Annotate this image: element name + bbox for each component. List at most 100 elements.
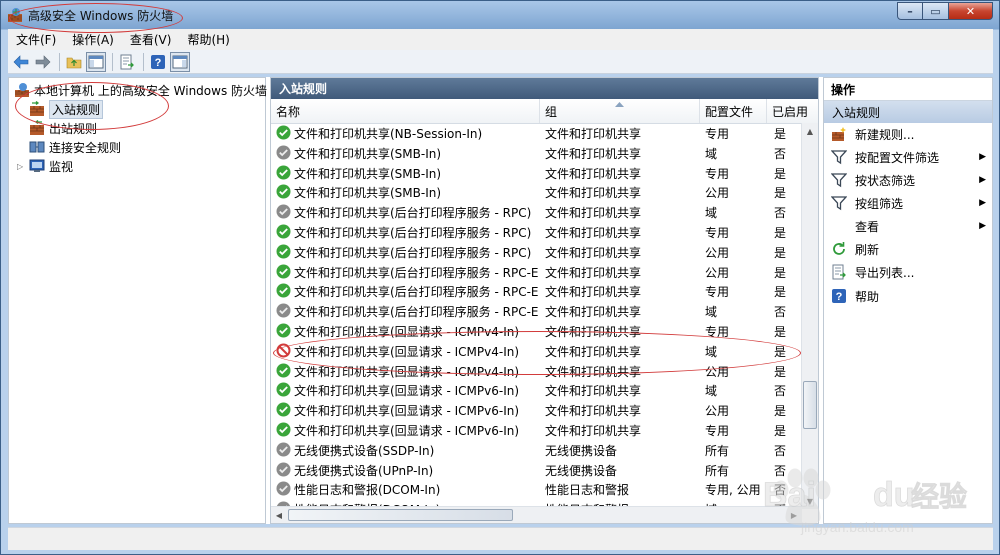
rule-profile: 公用 <box>705 265 730 280</box>
rule-enabled: 是 <box>774 404 787 419</box>
new-rule-icon <box>832 127 846 141</box>
column-header: 名称 组 配置文件 已启用 <box>271 99 818 124</box>
maximize-button[interactable]: ▭ <box>923 2 949 20</box>
back-button[interactable] <box>11 52 31 72</box>
action-item[interactable]: 查看 ▶ <box>824 215 992 237</box>
rule-row[interactable]: 文件和打印机共享(后台打印程序服务 - RPC) 文件和打印机共享 公用 是 <box>271 242 802 262</box>
horizontal-scroll-thumb[interactable] <box>288 509 513 521</box>
forward-button[interactable] <box>33 52 53 72</box>
monitoring-icon <box>29 159 45 172</box>
rule-profile: 公用 <box>705 404 730 419</box>
rule-profile: 专用 <box>705 285 730 300</box>
export-list-icon <box>832 264 846 280</box>
action-label: 按配置文件筛选 <box>855 150 940 165</box>
horizontal-scrollbar[interactable]: ◀ ▶ <box>271 506 802 523</box>
action-label: 按组筛选 <box>855 196 904 211</box>
rule-row[interactable]: 文件和打印机共享(SMB-In) 文件和打印机共享 专用 是 <box>271 163 802 183</box>
action-item[interactable]: ? 帮助 <box>824 285 992 307</box>
rule-row[interactable]: 文件和打印机共享(回显请求 - ICMPv6-In) 文件和打印机共享 专用 是 <box>271 420 802 440</box>
action-label: 帮助 <box>855 289 880 304</box>
svg-text:?: ? <box>836 291 843 303</box>
rule-row[interactable]: 文件和打印机共享(NB-Session-In) 文件和打印机共享 专用 是 <box>271 123 802 143</box>
watermark-url: jingyan.baidu.com <box>800 519 914 535</box>
menu-file[interactable]: 文件(F) <box>8 31 64 48</box>
rule-profile: 所有 <box>705 463 730 478</box>
minimize-button[interactable]: – <box>897 2 923 20</box>
rule-enabled: 是 <box>774 127 787 141</box>
rule-row[interactable]: 无线便携式设备(UPnP-In) 无线便携设备 所有否 <box>271 460 802 480</box>
rule-name: 性能日志和警报(DCOM-In) <box>294 483 441 498</box>
rule-row[interactable]: 文件和打印机共享(回显请求 - ICMPv6-In) 文件和打印机共享 域 否 <box>271 380 802 400</box>
rule-group: 性能日志和警报 <box>545 483 630 498</box>
action-item[interactable]: 按状态筛选 ▶ <box>824 169 992 191</box>
scroll-left-icon[interactable]: ◀ <box>271 507 287 523</box>
rule-name: 文件和打印机共享(SMB-In) <box>294 146 442 161</box>
rule-name: 文件和打印机共享(后台打印程序服务 - RPC) <box>294 206 532 221</box>
rule-allow-icon <box>276 382 291 397</box>
column-enabled[interactable]: 已启用 <box>767 99 818 123</box>
menu-view[interactable]: 查看(V) <box>122 31 180 48</box>
action-label: 导出列表... <box>855 265 915 280</box>
rule-enabled: 是 <box>774 424 787 438</box>
connection-security-icon <box>29 141 45 153</box>
rule-profile: 公用 <box>705 245 730 260</box>
rule-row[interactable]: 文件和打印机共享(后台打印程序服务 - RPC) 文件和打印机共享 域 否 <box>271 202 802 222</box>
show-actions-button[interactable] <box>170 51 190 72</box>
tree-item-connection-security[interactable]: 连接安全规则 <box>29 138 121 156</box>
rule-row[interactable]: 文件和打印机共享(回显请求 - ICMPv6-In) 文件和打印机共享 公用 是 <box>271 400 802 420</box>
column-profile[interactable]: 配置文件 <box>700 99 767 123</box>
action-item[interactable]: 刷新 <box>824 238 992 260</box>
export-list-icon <box>120 54 134 69</box>
rule-profile: 域 <box>705 305 718 320</box>
rule-allow-icon <box>276 283 291 298</box>
rule-row[interactable]: 无线便携式设备(SSDP-In) 无线便携设备 所有否 <box>271 440 802 460</box>
console-tree-icon <box>88 55 104 68</box>
close-button[interactable]: ✕ <box>949 2 993 20</box>
rule-row[interactable]: 文件和打印机共享(后台打印程序服务 - RPC-E... 文件和打印机共享 域 否 <box>271 301 802 321</box>
toolbar-separator <box>59 52 60 71</box>
show-tree-button[interactable] <box>86 51 106 72</box>
vertical-scrollbar[interactable]: ▲ ▼ <box>801 123 818 509</box>
rules-pane: 入站规则 名称 组 配置文件 已启用 文件和打印机共享(NB-Session-I… <box>270 77 819 524</box>
menu-action[interactable]: 操作(A) <box>64 31 122 48</box>
rule-enabled: 是 <box>774 186 787 201</box>
rule-group: 文件和打印机共享 <box>545 265 642 280</box>
rule-name: 文件和打印机共享(后台打印程序服务 - RPC-E... <box>294 265 538 280</box>
rule-group: 文件和打印机共享 <box>545 245 642 260</box>
rule-row[interactable]: 文件和打印机共享(后台打印程序服务 - RPC) 文件和打印机共享 专用 是 <box>271 222 802 242</box>
rule-row[interactable]: 文件和打印机共享(后台打印程序服务 - RPC-E... 文件和打印机共享 专用 是 <box>271 281 802 301</box>
action-pane-icon <box>172 55 188 68</box>
rule-allow-icon <box>276 323 291 338</box>
action-item[interactable]: 按配置文件筛选 ▶ <box>824 146 992 168</box>
toolbar-separator <box>143 52 144 71</box>
vertical-scroll-thumb[interactable] <box>803 381 817 429</box>
rule-row[interactable]: 文件和打印机共享(后台打印程序服务 - RPC-E... 文件和打印机共享 公用 是 <box>271 262 802 282</box>
rule-enabled: 否 <box>774 305 787 320</box>
column-name[interactable]: 名称 <box>271 99 540 123</box>
expand-arrow-icon[interactable]: ▷ <box>17 162 29 171</box>
action-item[interactable]: 导出列表... <box>824 261 992 283</box>
rule-row[interactable]: 性能日志和警报(DCOM-In)性能日志和警报专用, 公用否 <box>271 479 802 499</box>
action-item[interactable]: 新建规则... <box>824 123 992 145</box>
menu-help[interactable]: 帮助(H) <box>179 31 237 48</box>
export-button[interactable] <box>117 52 137 72</box>
rule-allow-icon <box>276 165 291 180</box>
rules-list: 文件和打印机共享(NB-Session-In) 文件和打印机共享 专用是文件和打印机… <box>271 123 802 509</box>
rule-group: 文件和打印机共享 <box>545 146 642 161</box>
rule-enabled: 否 <box>774 384 787 399</box>
help-button[interactable]: ? <box>148 52 168 72</box>
scroll-up-icon[interactable]: ▲ <box>802 123 818 139</box>
rule-profile: 专用 <box>705 226 730 240</box>
rule-allow-icon <box>276 184 291 199</box>
tree-item-monitoring[interactable]: ▷ 监视 <box>17 157 73 175</box>
rule-row[interactable]: 文件和打印机共享(SMB-In) 文件和打印机共享 域 否 <box>271 143 802 163</box>
up-level-button[interactable] <box>64 52 84 72</box>
actions-section-inbound-rules[interactable]: 入站规则 <box>824 101 992 123</box>
rule-row[interactable]: 文件和打印机共享(SMB-In) 文件和打印机共享 公用 是 <box>271 182 802 202</box>
rule-group: 文件和打印机共享 <box>545 285 642 300</box>
folder-up-icon <box>66 57 82 68</box>
toolbar: ? <box>8 50 993 74</box>
action-item[interactable]: 按组筛选 ▶ <box>824 192 992 214</box>
firewall-window: 高级安全 Windows 防火墙 – ▭ ✕ 文件(F) 操作(A) 查看(V)… <box>0 0 1000 555</box>
console-tree: 本地计算机 上的高级安全 Windows 防火墙 入站规则 出站规则 连接安全规… <box>8 77 267 524</box>
